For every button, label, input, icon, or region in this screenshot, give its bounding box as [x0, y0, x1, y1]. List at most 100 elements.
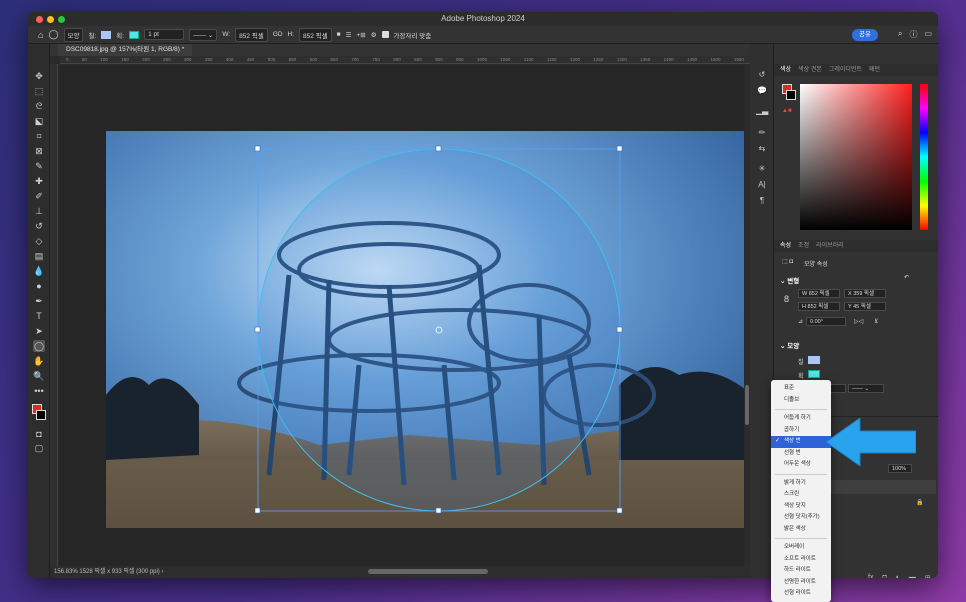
new-layer-icon[interactable]: ⊞ — [925, 574, 931, 578]
marquee-tool-icon[interactable]: ⬚ — [33, 85, 45, 97]
tab-swatches[interactable]: 색상 견본 — [798, 64, 822, 76]
shape-section-toggle[interactable]: ⌄ 모양 — [780, 340, 799, 350]
menu-item-normal[interactable]: 표준 — [771, 383, 831, 395]
stroke-swatch[interactable] — [129, 30, 140, 39]
blur-tool-icon[interactable]: 💧 — [33, 265, 45, 277]
more-tools-icon[interactable]: ••• — [33, 385, 45, 397]
angle-field[interactable]: 0.00° — [806, 317, 846, 326]
menu-item-lighter-color[interactable]: 밝은 색상 — [771, 524, 831, 536]
help-icon[interactable]: ⓘ — [909, 29, 917, 40]
glyphs-panel-icon[interactable]: ✳ — [756, 164, 768, 176]
mask-icon[interactable]: ◘ — [882, 574, 886, 578]
hand-tool-icon[interactable]: ✋ — [33, 355, 45, 367]
ellipse-shape-tool-icon[interactable]: ◯ — [33, 340, 45, 352]
tab-color[interactable]: 색상 — [780, 64, 791, 76]
home-icon[interactable]: ⌂ — [38, 30, 43, 40]
path-alignment-icon[interactable]: ☰ — [346, 31, 352, 39]
move-tool-icon[interactable]: ✥ — [33, 70, 45, 82]
document-image[interactable] — [59, 65, 754, 573]
color-picker-field[interactable] — [800, 84, 912, 230]
stroke-width-field[interactable]: 1 pt — [144, 29, 185, 40]
link-dimensions-icon[interactable]: GD — [273, 31, 283, 38]
zoom-tool-icon[interactable]: 🔍 — [33, 370, 45, 382]
foreground-background-swatch[interactable] — [32, 404, 46, 420]
height-field[interactable]: 852 픽셀 — [299, 27, 332, 42]
menu-item-hard-light[interactable]: 하드 라이트 — [771, 565, 831, 577]
menu-item-color-burn[interactable]: 색상 번 — [771, 436, 831, 448]
w-field[interactable]: W 852 픽셀 — [798, 289, 840, 298]
horizontal-scroll-thumb[interactable] — [368, 569, 488, 574]
tab-patterns[interactable]: 패턴 — [869, 64, 880, 76]
eraser-tool-icon[interactable]: ◇ — [33, 235, 45, 247]
tab-properties[interactable]: 속성 — [780, 240, 791, 252]
menu-item-darker-color[interactable]: 어두운 색상 — [771, 459, 831, 471]
x-field[interactable]: X 359 픽셀 — [844, 289, 886, 298]
stroke-type-select[interactable]: —— ⌄ — [189, 28, 218, 41]
menu-item-lighten[interactable]: 밝게 하기 — [771, 478, 831, 490]
clone-stamp-tool-icon[interactable]: ⊥ — [33, 205, 45, 217]
width-field[interactable]: 852 픽셀 — [235, 27, 268, 42]
comments-panel-icon[interactable]: 💬 — [756, 86, 768, 98]
gradient-tool-icon[interactable]: ▤ — [33, 250, 45, 262]
fx-icon[interactable]: fx — [868, 574, 873, 578]
path-operations-icon[interactable]: ■ — [337, 31, 341, 38]
paragraph-panel-icon[interactable]: ¶ — [756, 196, 768, 208]
path-selection-tool-icon[interactable]: ➤ — [33, 325, 45, 337]
pen-tool-icon[interactable]: ✒ — [33, 295, 45, 307]
link-wh-icon[interactable]: 8 — [784, 294, 789, 304]
history-panel-icon[interactable]: ↺ — [756, 70, 768, 82]
menu-item-color-dodge[interactable]: 색상 닷지 — [771, 501, 831, 513]
frame-tool-icon[interactable]: ⊠ — [33, 145, 45, 157]
fill-swatch[interactable] — [101, 30, 112, 39]
path-arrangement-icon[interactable]: +⊞ — [356, 31, 365, 39]
search-icon[interactable]: ⌕ — [898, 29, 902, 40]
eyedropper-tool-icon[interactable]: ✎ — [33, 160, 45, 172]
gear-icon[interactable]: ⚙ — [371, 31, 377, 39]
menu-item-dissolve[interactable]: 디졸브 — [771, 395, 831, 407]
menu-item-multiply[interactable]: 곱하기 — [771, 425, 831, 437]
hue-slider[interactable] — [920, 84, 928, 230]
align-edges-checkbox[interactable] — [381, 31, 389, 38]
properties-stroke-type[interactable]: —— ⌄ — [848, 384, 884, 393]
menu-item-overlay[interactable]: 오버레이 — [771, 542, 831, 554]
vertical-scroll-thumb[interactable] — [745, 385, 749, 425]
screen-mode-icon[interactable]: ▢ — [33, 442, 45, 454]
lock-icon[interactable]: 🔒 — [916, 499, 923, 506]
brush-settings-icon[interactable]: ✏ — [756, 128, 768, 140]
dodge-tool-icon[interactable]: ● — [33, 280, 45, 292]
healing-brush-tool-icon[interactable]: ✚ — [33, 175, 45, 187]
menu-item-soft-light[interactable]: 소프트 라이트 — [771, 554, 831, 566]
menu-item-vivid-light[interactable]: 선명한 라이트 — [771, 577, 831, 589]
y-field[interactable]: Y 45 픽셀 — [844, 302, 886, 311]
adjustments-icon[interactable]: ⇆ — [756, 144, 768, 156]
character-panel-icon[interactable]: A| — [756, 180, 768, 192]
crop-tool-icon[interactable]: ⌗ — [33, 130, 45, 142]
color-panel-fg-bg[interactable] — [782, 84, 796, 100]
tab-gradients[interactable]: 그레이디언트 — [829, 64, 862, 76]
share-button[interactable]: 공유 — [852, 29, 878, 41]
histogram-panel-icon[interactable]: ▁▃ — [756, 106, 768, 118]
transform-section-toggle[interactable]: ⌄ 변형 — [780, 275, 799, 285]
ellipse-tool-icon[interactable]: ◯ — [48, 29, 58, 40]
document-tab[interactable]: DSC09818.jpg @ 157%(타원 1, RGB/8) * — [58, 44, 193, 56]
properties-fill-swatch[interactable] — [808, 356, 820, 364]
shape-mode-select[interactable]: 모양 — [63, 27, 84, 42]
quick-mask-icon[interactable]: ◘ — [33, 428, 45, 440]
gamut-warning-icon[interactable]: ▲■ — [782, 108, 792, 114]
tab-adjustments[interactable]: 조정 — [798, 240, 809, 252]
canvas-area[interactable] — [59, 65, 754, 573]
tab-libraries[interactable]: 라이브러리 — [816, 240, 844, 252]
history-brush-tool-icon[interactable]: ↺ — [33, 220, 45, 232]
lasso-tool-icon[interactable]: ᘓ — [33, 100, 45, 112]
h-field[interactable]: H 852 픽셀 — [798, 302, 840, 311]
menu-item-linear-burn[interactable]: 선형 번 — [771, 448, 831, 460]
menu-item-screen[interactable]: 스크린 — [771, 489, 831, 501]
brush-tool-icon[interactable]: ✐ — [33, 190, 45, 202]
adjustment-layer-icon[interactable]: ◐ — [896, 574, 900, 578]
group-icon[interactable]: ▬ — [909, 574, 916, 578]
flip-vertical-icon[interactable]: ⊻ — [874, 318, 878, 325]
menu-item-linear-light[interactable]: 선형 라이트 — [771, 588, 831, 600]
properties-stroke-swatch[interactable] — [808, 370, 820, 378]
reset-transform-icon[interactable]: ↶ — [904, 274, 909, 281]
type-tool-icon[interactable]: T — [33, 310, 45, 322]
